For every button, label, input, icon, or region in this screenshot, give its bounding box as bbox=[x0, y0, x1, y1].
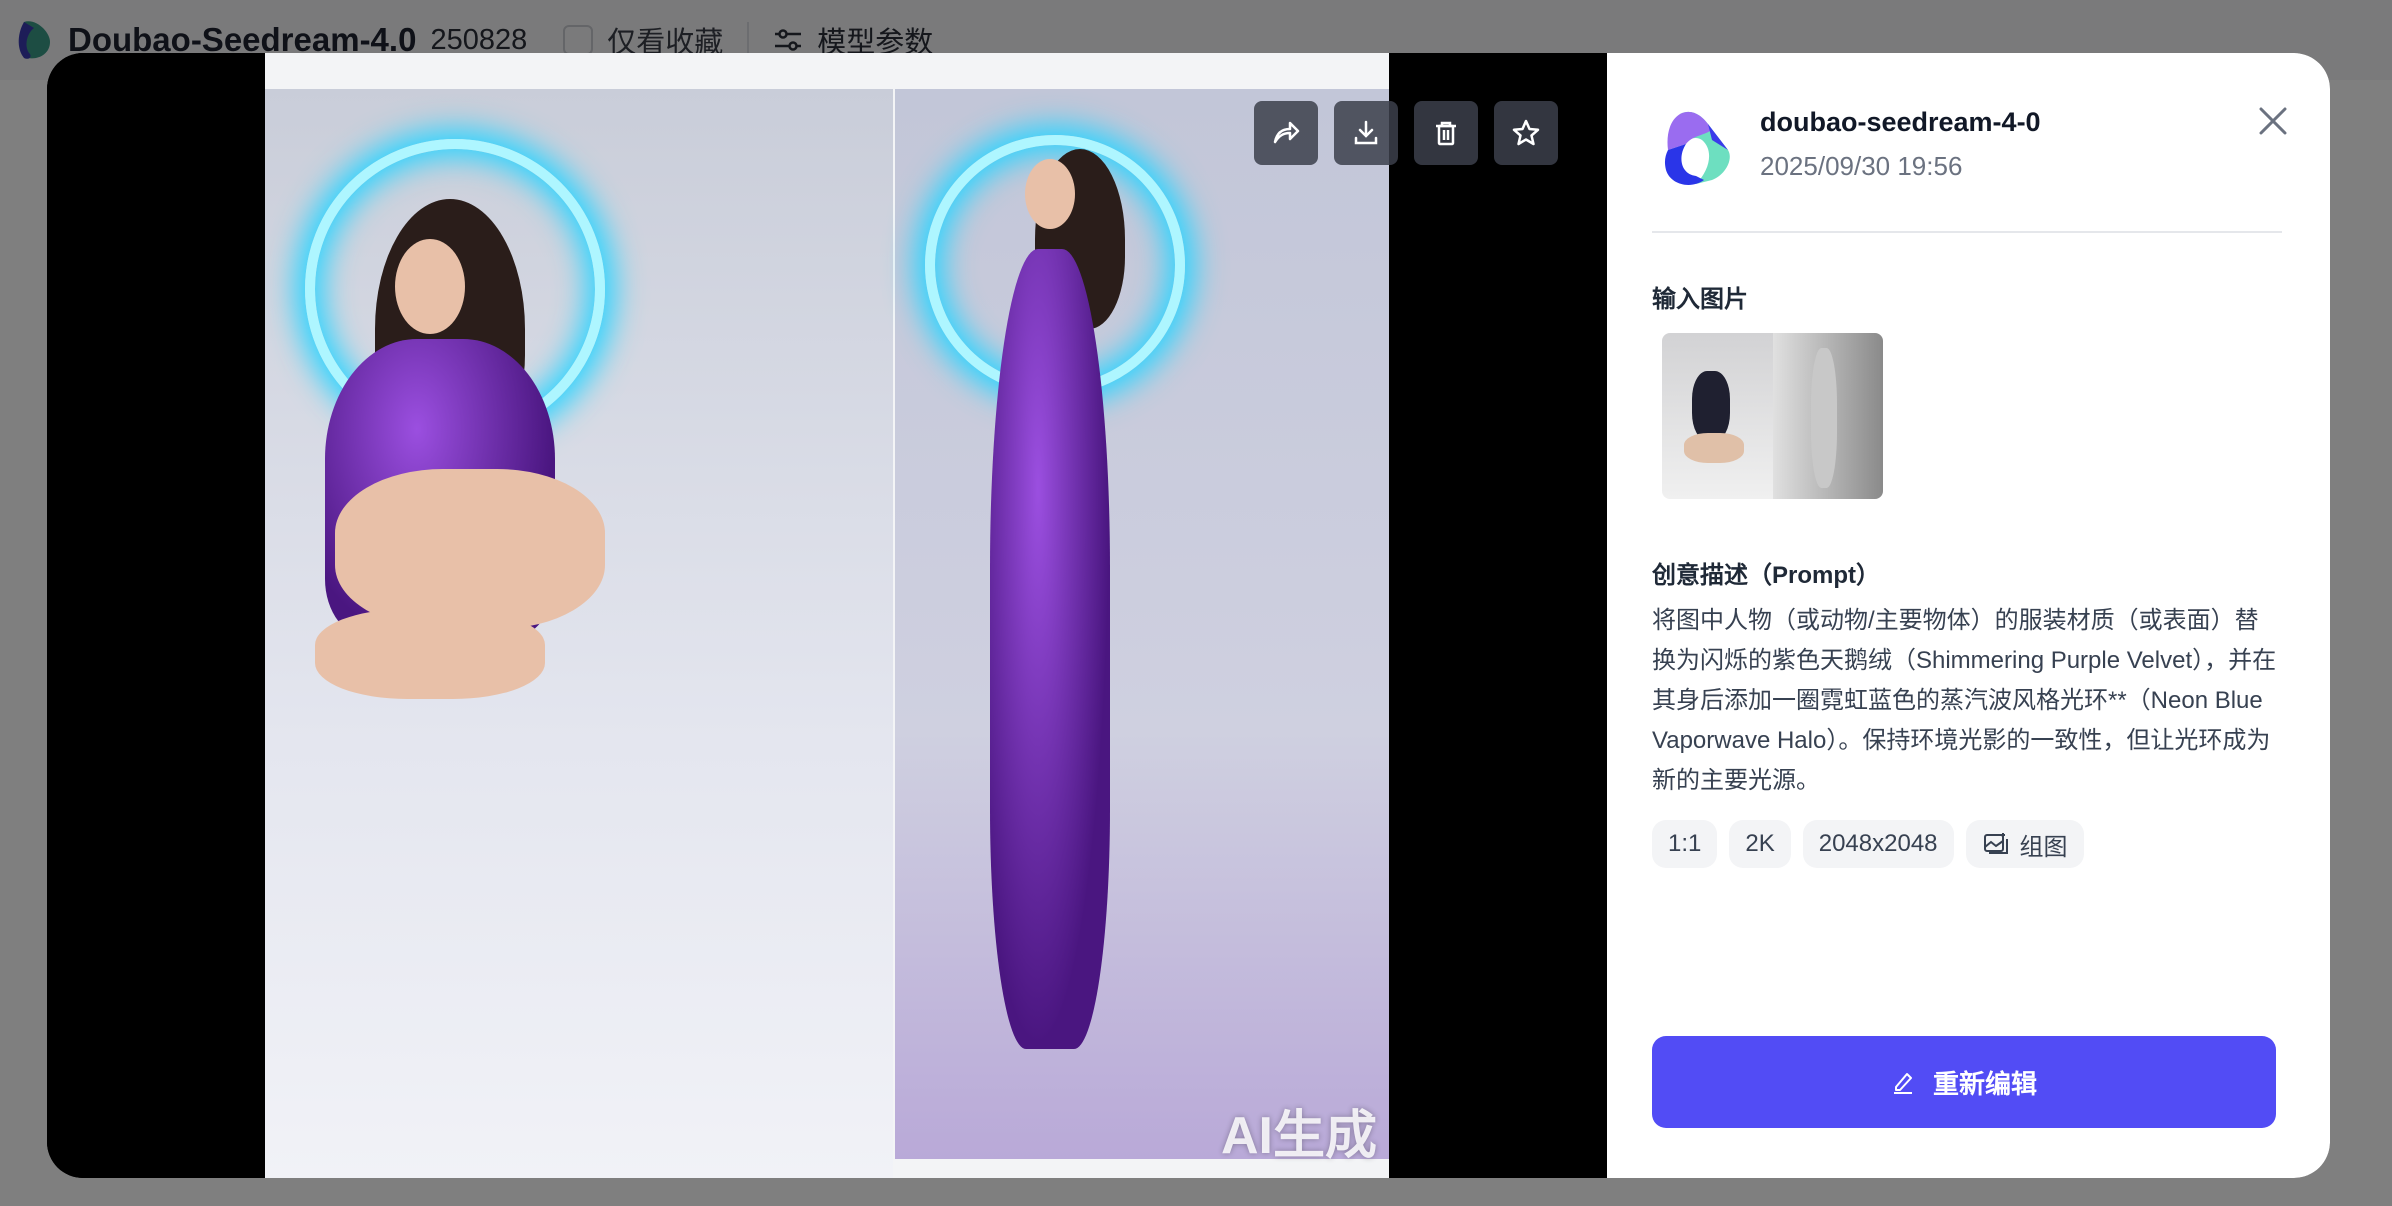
model-name: doubao-seedream-4-0 bbox=[1760, 107, 2041, 137]
image-toolbar bbox=[1254, 101, 1558, 165]
image-left-panel bbox=[265, 89, 893, 1178]
delete-icon bbox=[1436, 121, 1456, 146]
share-button[interactable] bbox=[1254, 101, 1318, 165]
generated-image[interactable]: AI生成 bbox=[265, 53, 1389, 1178]
prompt-text: 将图中人物（或动物/主要物体）的服装材质（或表面）替换为闪烁的紫色天鹅绒（Shi… bbox=[1652, 607, 2277, 794]
image-right-panel bbox=[895, 89, 1389, 1159]
size-value: 2048x2048 bbox=[1818, 830, 1938, 857]
mode-chip: 组图 bbox=[1965, 820, 2084, 868]
image-detail-modal: AI生成 doubao-seedream-4-0 2025/09/30 19:5… bbox=[47, 53, 2330, 1178]
share-icon bbox=[1273, 121, 1300, 144]
size-chip: 2048x2048 bbox=[1802, 820, 1954, 868]
image-group-icon bbox=[1983, 833, 2008, 854]
star-icon bbox=[1512, 119, 1540, 146]
reedit-button[interactable]: 重新编辑 bbox=[1652, 1036, 2276, 1128]
details-panel: doubao-seedream-4-0 2025/09/30 19:56 输入图… bbox=[1607, 53, 2330, 1178]
close-icon[interactable] bbox=[2255, 103, 2291, 139]
resolution-chip: 2K bbox=[1729, 820, 1791, 868]
aspect-ratio-value: 1:1 bbox=[1668, 830, 1702, 857]
mode-value: 组图 bbox=[2019, 833, 2068, 861]
favorite-button[interactable] bbox=[1494, 101, 1558, 165]
header-divider bbox=[1652, 231, 2282, 233]
resolution-value: 2K bbox=[1745, 830, 1775, 857]
input-image-thumbnail[interactable] bbox=[1662, 333, 1883, 499]
image-viewer: AI生成 bbox=[47, 53, 1607, 1178]
download-button[interactable] bbox=[1334, 101, 1398, 165]
reedit-label: 重新编辑 bbox=[1932, 1068, 2037, 1099]
prompt-heading: 创意描述（Prompt） bbox=[1652, 562, 1880, 589]
created-timestamp: 2025/09/30 19:56 bbox=[1760, 151, 1963, 181]
param-chips: 1:1 2K 2048x2048 组图 bbox=[1652, 820, 2084, 868]
ai-generated-watermark: AI生成 bbox=[1220, 1107, 1377, 1165]
delete-button[interactable] bbox=[1414, 101, 1478, 165]
pencil-icon bbox=[1893, 1073, 1912, 1094]
input-images-heading: 输入图片 bbox=[1652, 286, 1748, 313]
model-logo-icon bbox=[1664, 111, 1730, 185]
download-icon bbox=[1354, 120, 1378, 145]
aspect-ratio-chip: 1:1 bbox=[1652, 820, 1718, 868]
